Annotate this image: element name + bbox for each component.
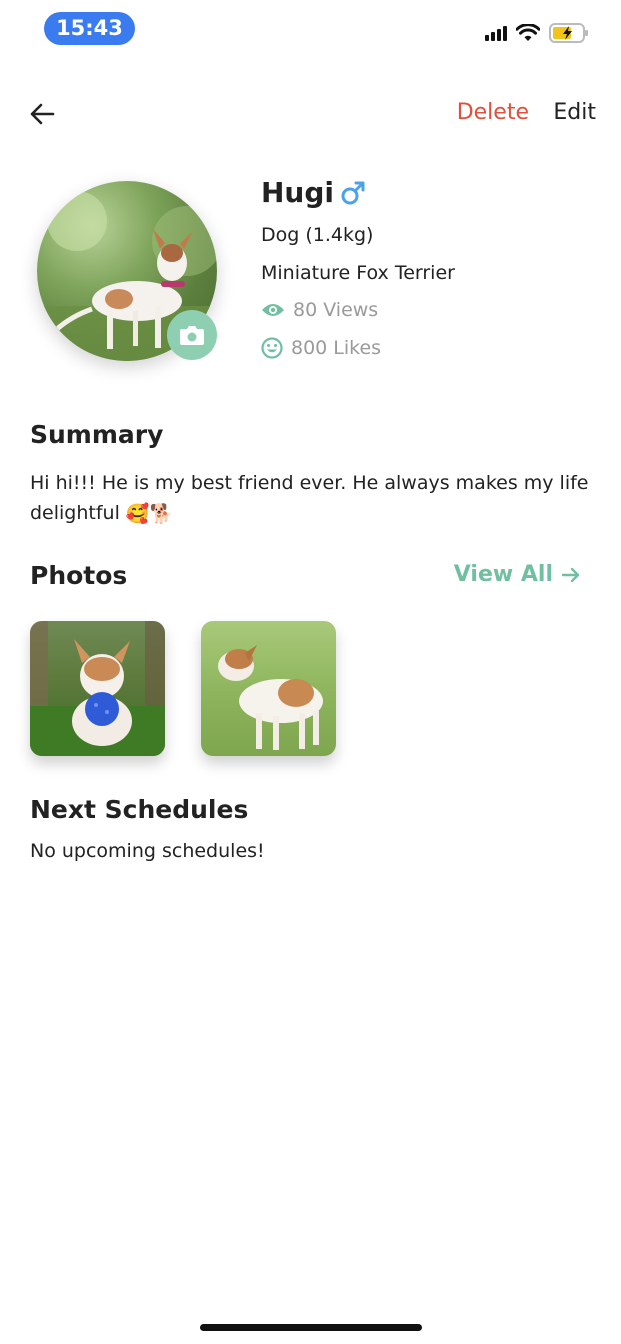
back-button[interactable] xyxy=(26,98,58,130)
photo-thumbnail[interactable] xyxy=(30,621,165,756)
signal-icon xyxy=(485,25,507,41)
smile-icon xyxy=(261,337,283,359)
summary-emojis: 🥰🐕 xyxy=(125,502,174,525)
home-indicator[interactable] xyxy=(200,1324,422,1331)
camera-icon xyxy=(180,326,204,345)
status-time: 15:43 xyxy=(44,12,135,45)
view-all-label: View All xyxy=(453,562,553,587)
views-count: 80 Views xyxy=(293,299,379,321)
change-photo-button[interactable] xyxy=(167,310,217,360)
likes-stat: 800 Likes xyxy=(261,337,381,359)
summary-text: Hi hi!!! He is my best friend ever. He a… xyxy=(30,468,590,529)
summary-title: Summary xyxy=(30,420,164,449)
wifi-icon xyxy=(516,24,540,42)
arrow-left-icon xyxy=(30,103,55,125)
view-all-photos-link[interactable]: View All xyxy=(454,562,581,587)
schedules-empty-message: No upcoming schedules! xyxy=(30,840,265,862)
battery-charging-icon xyxy=(549,23,589,43)
schedules-title: Next Schedules xyxy=(30,795,249,824)
status-icons xyxy=(485,22,589,44)
edit-button[interactable]: Edit xyxy=(553,100,596,125)
delete-button[interactable]: Delete xyxy=(457,100,529,125)
likes-count: 800 Likes xyxy=(291,337,382,359)
photo-thumbnail[interactable] xyxy=(201,621,336,756)
photos-title: Photos xyxy=(30,561,128,590)
eye-icon xyxy=(262,304,284,316)
male-icon xyxy=(340,180,366,206)
pet-species: Dog (1.4kg) xyxy=(261,224,374,246)
pet-avatar-container xyxy=(37,181,217,361)
arrow-right-icon xyxy=(561,567,580,582)
summary-body: Hi hi!!! He is my best friend ever. He a… xyxy=(30,472,589,524)
pet-profile-screen: 15:43 Delete Edit Hugi Dog (1.4kg) Minia… xyxy=(0,0,621,1344)
pet-name: Hugi xyxy=(261,176,335,209)
views-stat: 80 Views xyxy=(261,299,378,321)
pet-breed: Miniature Fox Terrier xyxy=(261,262,455,284)
